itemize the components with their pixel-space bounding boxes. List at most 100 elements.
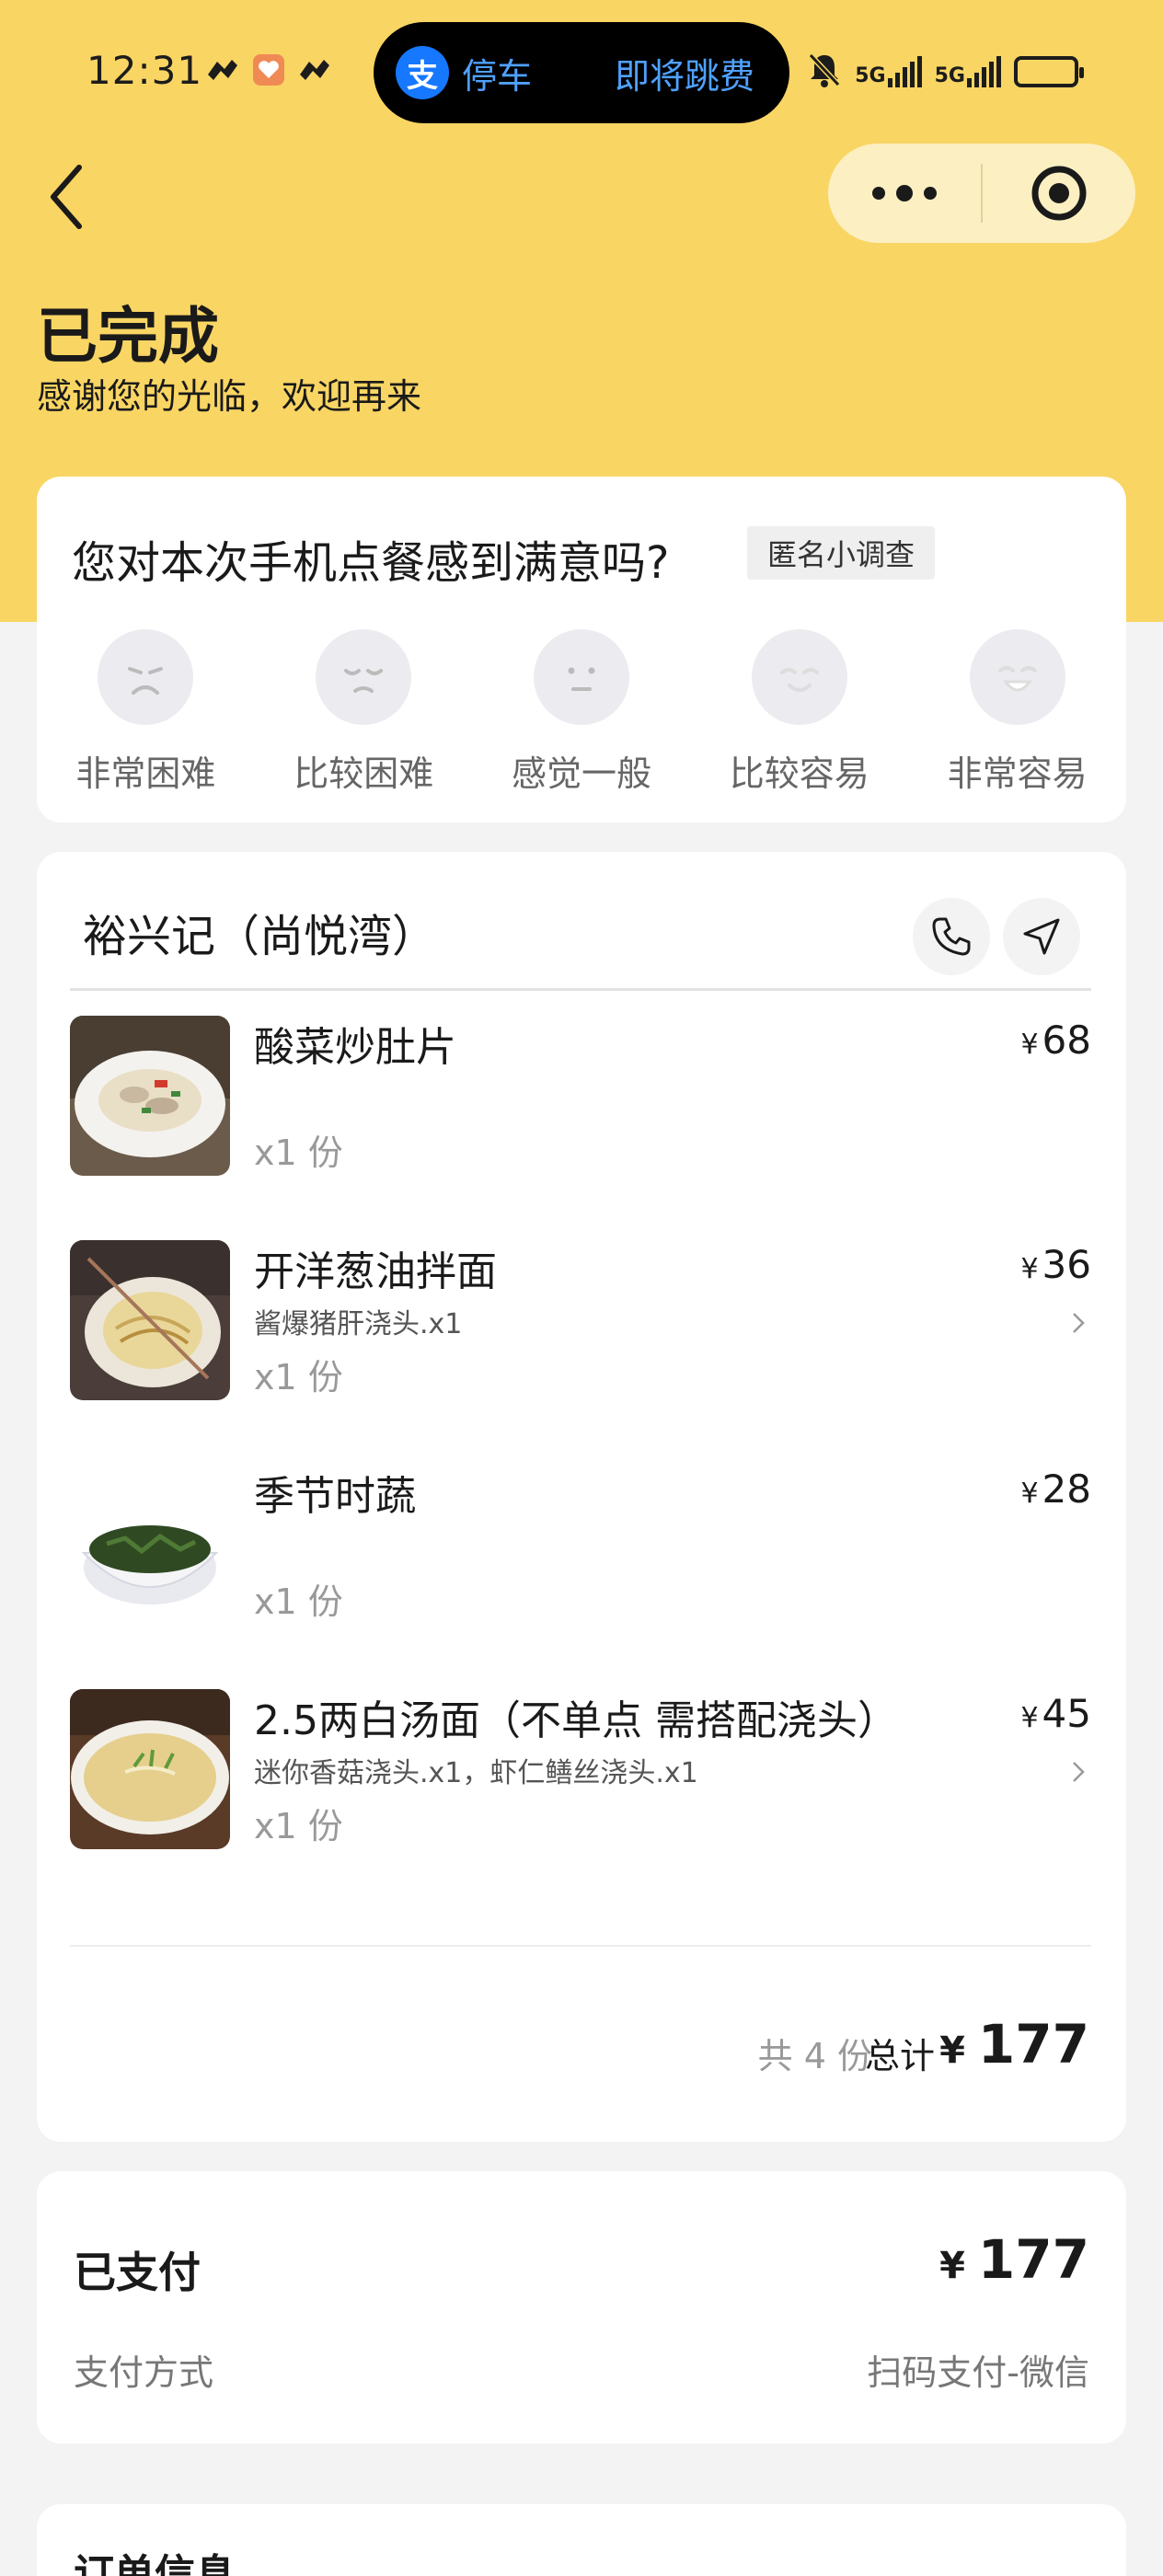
mute-bell-icon: [807, 52, 842, 92]
dot: [924, 187, 937, 200]
total-divider: [70, 1945, 1091, 1947]
payment-card: 已支付 ¥177 支付方式 扫码支付-微信: [37, 2171, 1126, 2444]
item-price-value: 45: [1042, 1691, 1091, 1736]
battery-icon: [1014, 56, 1084, 87]
item-price: ¥45: [1020, 1691, 1091, 1736]
status-system-icons: 5G 5G: [807, 52, 1084, 92]
survey-options: 非常困难 比较困难 感觉一般 比较容易 非常容易: [37, 629, 1126, 796]
payment-amount-value: 177: [977, 2228, 1089, 2291]
app-notification-icon: [296, 53, 333, 86]
order-item[interactable]: 季节时蔬 x1 份 ¥28: [70, 1465, 1091, 1627]
payment-method-value: 扫码支付-微信: [867, 2352, 1089, 2393]
total-amount: ¥177: [939, 2013, 1089, 2076]
item-price: ¥28: [1020, 1466, 1091, 1512]
payment-status: 已支付: [74, 2248, 201, 2297]
dish-image: [70, 1689, 230, 1849]
navigation-arrow-icon: [1023, 918, 1060, 955]
item-spec: 酱爆猪肝浇头.x1: [254, 1308, 463, 1340]
survey-option-label: 比较容易: [729, 753, 869, 794]
item-name: 酸菜炒肚片: [254, 1024, 456, 1071]
survey-option-label: 比较困难: [294, 753, 434, 794]
more-button[interactable]: [828, 144, 981, 243]
survey-card: 您对本次手机点餐感到满意吗? 匿名小调查 非常困难 比较困难 感觉一般 比较容易: [37, 477, 1126, 822]
survey-option-easy[interactable]: 比较容易: [690, 629, 908, 796]
alipay-logo-icon: 支: [396, 46, 449, 99]
currency-symbol: ¥: [1020, 1702, 1039, 1734]
item-price-value: 36: [1042, 1242, 1091, 1287]
chevron-right-icon[interactable]: [1071, 1759, 1086, 1791]
currency-symbol: ¥: [1020, 1253, 1039, 1285]
order-info-card: 订单信息: [37, 2504, 1126, 2576]
shop-divider: [70, 988, 1091, 991]
target-icon: [1031, 166, 1087, 221]
payment-amount: ¥177: [939, 2228, 1089, 2291]
item-name: 开洋葱油拌面: [254, 1248, 497, 1295]
item-price-value: 28: [1042, 1466, 1091, 1512]
survey-tag: 匿名小调查: [747, 526, 936, 580]
back-button[interactable]: [48, 162, 103, 232]
item-quantity: x1 份: [254, 1806, 343, 1846]
item-price: ¥36: [1020, 1242, 1091, 1287]
survey-option-label: 非常容易: [947, 753, 1088, 794]
status-notification-icons: [204, 53, 333, 86]
shop-name: 裕兴记（尚悦湾）: [83, 911, 437, 962]
signal-5g-icon: 5G: [935, 56, 1001, 87]
dish-image: [70, 1465, 230, 1625]
order-item[interactable]: 开洋葱油拌面 酱爆猪肝浇头.x1 x1 份 ¥36: [70, 1240, 1091, 1402]
face-very-difficult-icon: [98, 629, 194, 725]
survey-option-very-difficult[interactable]: 非常困难: [37, 629, 255, 796]
face-very-easy-icon: [969, 629, 1065, 725]
page-subtitle: 感谢您的光临，欢迎再来: [37, 376, 422, 417]
dot: [896, 185, 913, 201]
heart-shield-icon: [250, 53, 287, 86]
miniprogram-capsule: [828, 144, 1135, 243]
order-card: 裕兴记（尚悦湾） 酸菜炒肚片 x1 份 ¥68 开洋葱油拌面 酱爆猪肝浇头.x1…: [37, 852, 1126, 2142]
status-time: 12:31: [86, 48, 203, 93]
item-quantity: x1 份: [254, 1133, 343, 1173]
navigate-shop-button[interactable]: [1003, 898, 1080, 975]
dish-image: [70, 1240, 230, 1400]
signal-label: 5G: [934, 64, 965, 87]
total-count: 共 4 份: [757, 2036, 872, 2076]
item-price-value: 68: [1042, 1018, 1091, 1063]
order-item[interactable]: 2.5两白汤面（不单点 需搭配浇头） 迷你香菇浇头.x1，虾仁鳝丝浇头.x1 x…: [70, 1689, 1091, 1851]
survey-option-difficult[interactable]: 比较困难: [255, 629, 473, 796]
item-price: ¥68: [1020, 1018, 1091, 1063]
item-quantity: x1 份: [254, 1357, 343, 1397]
app-notification-icon: [204, 53, 241, 86]
face-difficult-icon: [316, 629, 412, 725]
face-neutral-icon: [533, 629, 629, 725]
survey-question: 您对本次手机点餐感到满意吗?: [72, 537, 670, 589]
order-item[interactable]: 酸菜炒肚片 x1 份 ¥68: [70, 1016, 1091, 1178]
currency-symbol: ¥: [939, 2030, 965, 2072]
signal-5g-icon: 5G: [855, 56, 922, 87]
survey-option-label: 感觉一般: [511, 753, 651, 794]
live-activity-pill[interactable]: 支 停车 即将跳费: [374, 22, 789, 123]
survey-option-very-easy[interactable]: 非常容易: [908, 629, 1126, 796]
total-amount-value: 177: [977, 2013, 1089, 2076]
total-label: 总计: [864, 2036, 935, 2076]
order-info-title: 订单信息: [74, 2551, 236, 2576]
page-title: 已完成: [37, 301, 219, 372]
pill-action: 即将跳费: [615, 55, 755, 97]
close-miniprogram-button[interactable]: [983, 164, 1135, 223]
chevron-right-icon[interactable]: [1071, 1310, 1086, 1342]
dish-image: [70, 1016, 230, 1176]
payment-method-label: 支付方式: [74, 2352, 214, 2393]
item-quantity: x1 份: [254, 1581, 343, 1622]
phone-icon: [932, 917, 971, 956]
signal-label: 5G: [855, 64, 886, 87]
item-spec: 迷你香菇浇头.x1，虾仁鳝丝浇头.x1: [254, 1757, 698, 1789]
face-easy-icon: [751, 629, 847, 725]
chevron-left-icon: [51, 165, 82, 229]
survey-option-neutral[interactable]: 感觉一般: [473, 629, 691, 796]
dot: [872, 187, 885, 200]
survey-option-label: 非常困难: [75, 753, 216, 794]
item-name: 季节时蔬: [254, 1473, 416, 1520]
currency-symbol: ¥: [1020, 1029, 1039, 1061]
currency-symbol: ¥: [1020, 1478, 1039, 1510]
currency-symbol: ¥: [939, 2245, 965, 2287]
pill-title: 停车: [462, 55, 533, 97]
call-shop-button[interactable]: [913, 898, 990, 975]
item-name: 2.5两白汤面（不单点 需搭配浇头）: [254, 1697, 898, 1744]
